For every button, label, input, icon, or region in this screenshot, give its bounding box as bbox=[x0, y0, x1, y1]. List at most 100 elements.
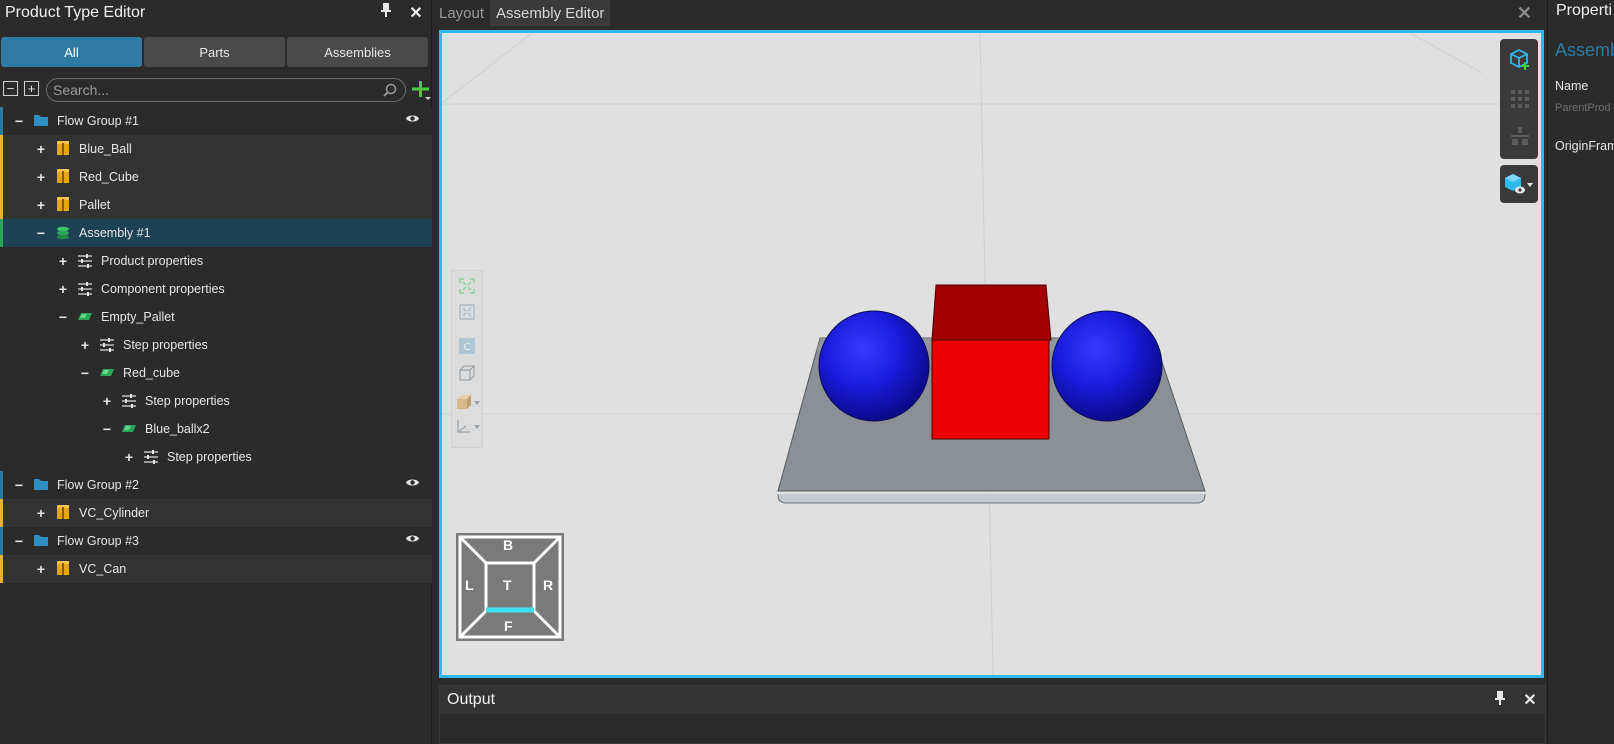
tree-row-red-cube[interactable]: + Red_Cube bbox=[0, 163, 432, 191]
tree-row-flow-group-2[interactable]: − Flow Group #2 bbox=[0, 471, 432, 499]
render-mode-icon[interactable] bbox=[455, 393, 481, 416]
wireframe-cube-icon[interactable] bbox=[458, 364, 476, 387]
properties-sliders-icon bbox=[77, 253, 93, 269]
view-cube-left[interactable]: L bbox=[465, 577, 474, 593]
selected-object-name: Assemb bbox=[1555, 40, 1614, 60]
step-plate-icon bbox=[121, 422, 137, 438]
pin-icon[interactable] bbox=[371, 2, 401, 23]
blue-ball-left bbox=[818, 310, 930, 422]
expand-toggle[interactable]: + bbox=[101, 393, 113, 409]
tree-label: Flow Group #1 bbox=[57, 114, 139, 128]
properties-sliders-icon bbox=[99, 337, 115, 353]
projection-icon[interactable]: C bbox=[458, 337, 476, 360]
tree-row-step-properties[interactable]: + Step properties bbox=[0, 443, 432, 471]
part-box-icon bbox=[55, 140, 71, 156]
tree-row-pallet[interactable]: + Pallet bbox=[0, 191, 432, 219]
output-header: Output ✕ bbox=[440, 686, 1545, 714]
view-cube-top[interactable]: T bbox=[503, 577, 512, 593]
close-icon[interactable]: ✕ bbox=[401, 3, 431, 23]
grid-snap-icon[interactable] bbox=[1509, 88, 1531, 115]
tree-row-step-properties[interactable]: + Step properties bbox=[0, 387, 432, 415]
tree-label: Step properties bbox=[167, 450, 252, 464]
properties-sliders-icon bbox=[121, 393, 137, 409]
collapse-toggle[interactable]: − bbox=[35, 225, 47, 241]
filter-tab-parts[interactable]: Parts bbox=[144, 37, 285, 67]
collapse-toggle[interactable]: − bbox=[13, 113, 25, 129]
collapse-toggle[interactable]: − bbox=[79, 365, 91, 381]
view-cube-front[interactable]: F bbox=[504, 618, 513, 634]
visibility-eye-icon[interactable] bbox=[405, 533, 420, 547]
tree-row-blue-ballx2[interactable]: − Blue_ballx2 bbox=[0, 415, 432, 443]
tree-row-step-properties[interactable]: + Step properties bbox=[0, 331, 432, 359]
zoom-fit-icon[interactable] bbox=[458, 277, 476, 300]
part-box-icon bbox=[55, 560, 71, 576]
expand-toggle[interactable]: + bbox=[123, 449, 135, 465]
tab-assembly-editor[interactable]: Assembly Editor bbox=[490, 0, 611, 26]
collapse-toggle[interactable]: − bbox=[13, 477, 25, 493]
step-plate-icon bbox=[99, 366, 115, 382]
add-component-icon[interactable] bbox=[1508, 47, 1532, 76]
scene-render bbox=[442, 33, 1541, 675]
output-title: Output bbox=[447, 691, 496, 708]
tree-row-assembly-1[interactable]: − Assembly #1 bbox=[0, 219, 432, 247]
expand-toggle[interactable]: + bbox=[57, 281, 69, 297]
tree-row-flow-group-3[interactable]: − Flow Group #3 bbox=[0, 527, 432, 555]
view-cube-back[interactable]: B bbox=[503, 537, 513, 553]
blue-ball-right bbox=[1051, 310, 1163, 422]
tree-row-product-properties[interactable]: + Product properties bbox=[0, 247, 432, 275]
search-box bbox=[46, 78, 406, 102]
filter-tab-all[interactable]: All bbox=[1, 37, 142, 67]
visibility-eye-icon[interactable] bbox=[405, 477, 420, 491]
tree-label: Blue_Ball bbox=[79, 142, 132, 156]
search-icon bbox=[383, 83, 397, 102]
tree-row-red-cube-step[interactable]: − Red_cube bbox=[0, 359, 432, 387]
axis-icon[interactable] bbox=[455, 417, 481, 440]
tree-row-vc-can[interactable]: + VC_Can bbox=[0, 555, 432, 583]
assembly-stack-icon bbox=[55, 225, 71, 241]
filter-tab-assemblies[interactable]: Assemblies bbox=[287, 37, 428, 67]
view-toolbar: C bbox=[451, 270, 483, 448]
folder-icon bbox=[33, 112, 49, 128]
tree-label: Product properties bbox=[101, 254, 204, 268]
close-icon[interactable]: ✕ bbox=[1515, 690, 1545, 710]
cube-eye-icon bbox=[1505, 174, 1533, 194]
collapse-toggle[interactable]: − bbox=[57, 309, 69, 325]
visibility-eye-icon[interactable] bbox=[405, 113, 420, 127]
align-icon[interactable] bbox=[1509, 125, 1531, 152]
visibility-options-button[interactable] bbox=[1500, 165, 1538, 203]
expand-toggle[interactable]: + bbox=[57, 253, 69, 269]
add-product-icon[interactable] bbox=[410, 79, 432, 104]
properties-sliders-icon bbox=[143, 449, 159, 465]
tree-row-flow-group-1[interactable]: − Flow Group #1 bbox=[0, 107, 432, 135]
pin-icon[interactable] bbox=[1485, 690, 1515, 711]
name-field[interactable]: ParentProd bbox=[1555, 102, 1611, 114]
expand-toggle[interactable]: + bbox=[79, 337, 91, 353]
expand-toggle[interactable]: + bbox=[35, 197, 47, 213]
part-box-icon bbox=[55, 168, 71, 184]
origin-frame-label: OriginFram bbox=[1555, 139, 1614, 153]
close-tab-icon[interactable]: ✕ bbox=[1517, 3, 1532, 24]
view-cube-right[interactable]: R bbox=[543, 577, 553, 593]
tree-row-vc-cylinder[interactable]: + VC_Cylinder bbox=[0, 499, 432, 527]
view-cube[interactable]: B L T R F bbox=[456, 533, 564, 646]
collapse-all-icon[interactable]: − bbox=[3, 81, 18, 96]
properties-title: Properti bbox=[1556, 2, 1613, 19]
tree-row-empty-pallet[interactable]: − Empty_Pallet bbox=[0, 303, 432, 331]
3d-viewport[interactable]: C B L T R F bbox=[439, 30, 1544, 678]
collapse-toggle[interactable]: − bbox=[101, 421, 113, 437]
expand-toggle[interactable]: + bbox=[35, 141, 47, 157]
tab-layout[interactable]: Layout bbox=[433, 0, 490, 26]
tree-label: Red_Cube bbox=[79, 170, 139, 184]
tree-row-blue-ball[interactable]: + Blue_Ball bbox=[0, 135, 432, 163]
expand-toggle[interactable]: + bbox=[35, 505, 47, 521]
collapse-toggle[interactable]: − bbox=[13, 533, 25, 549]
tree-label: VC_Cylinder bbox=[79, 506, 150, 520]
expand-toggle[interactable]: + bbox=[35, 561, 47, 577]
expand-toggle[interactable]: + bbox=[35, 169, 47, 185]
search-input[interactable] bbox=[53, 82, 373, 98]
expand-all-icon[interactable]: + bbox=[24, 81, 39, 96]
tree-label: Flow Group #2 bbox=[57, 478, 139, 492]
red-cube-model bbox=[931, 284, 1052, 440]
zoom-extents-icon[interactable] bbox=[458, 303, 476, 326]
tree-row-component-properties[interactable]: + Component properties bbox=[0, 275, 432, 303]
